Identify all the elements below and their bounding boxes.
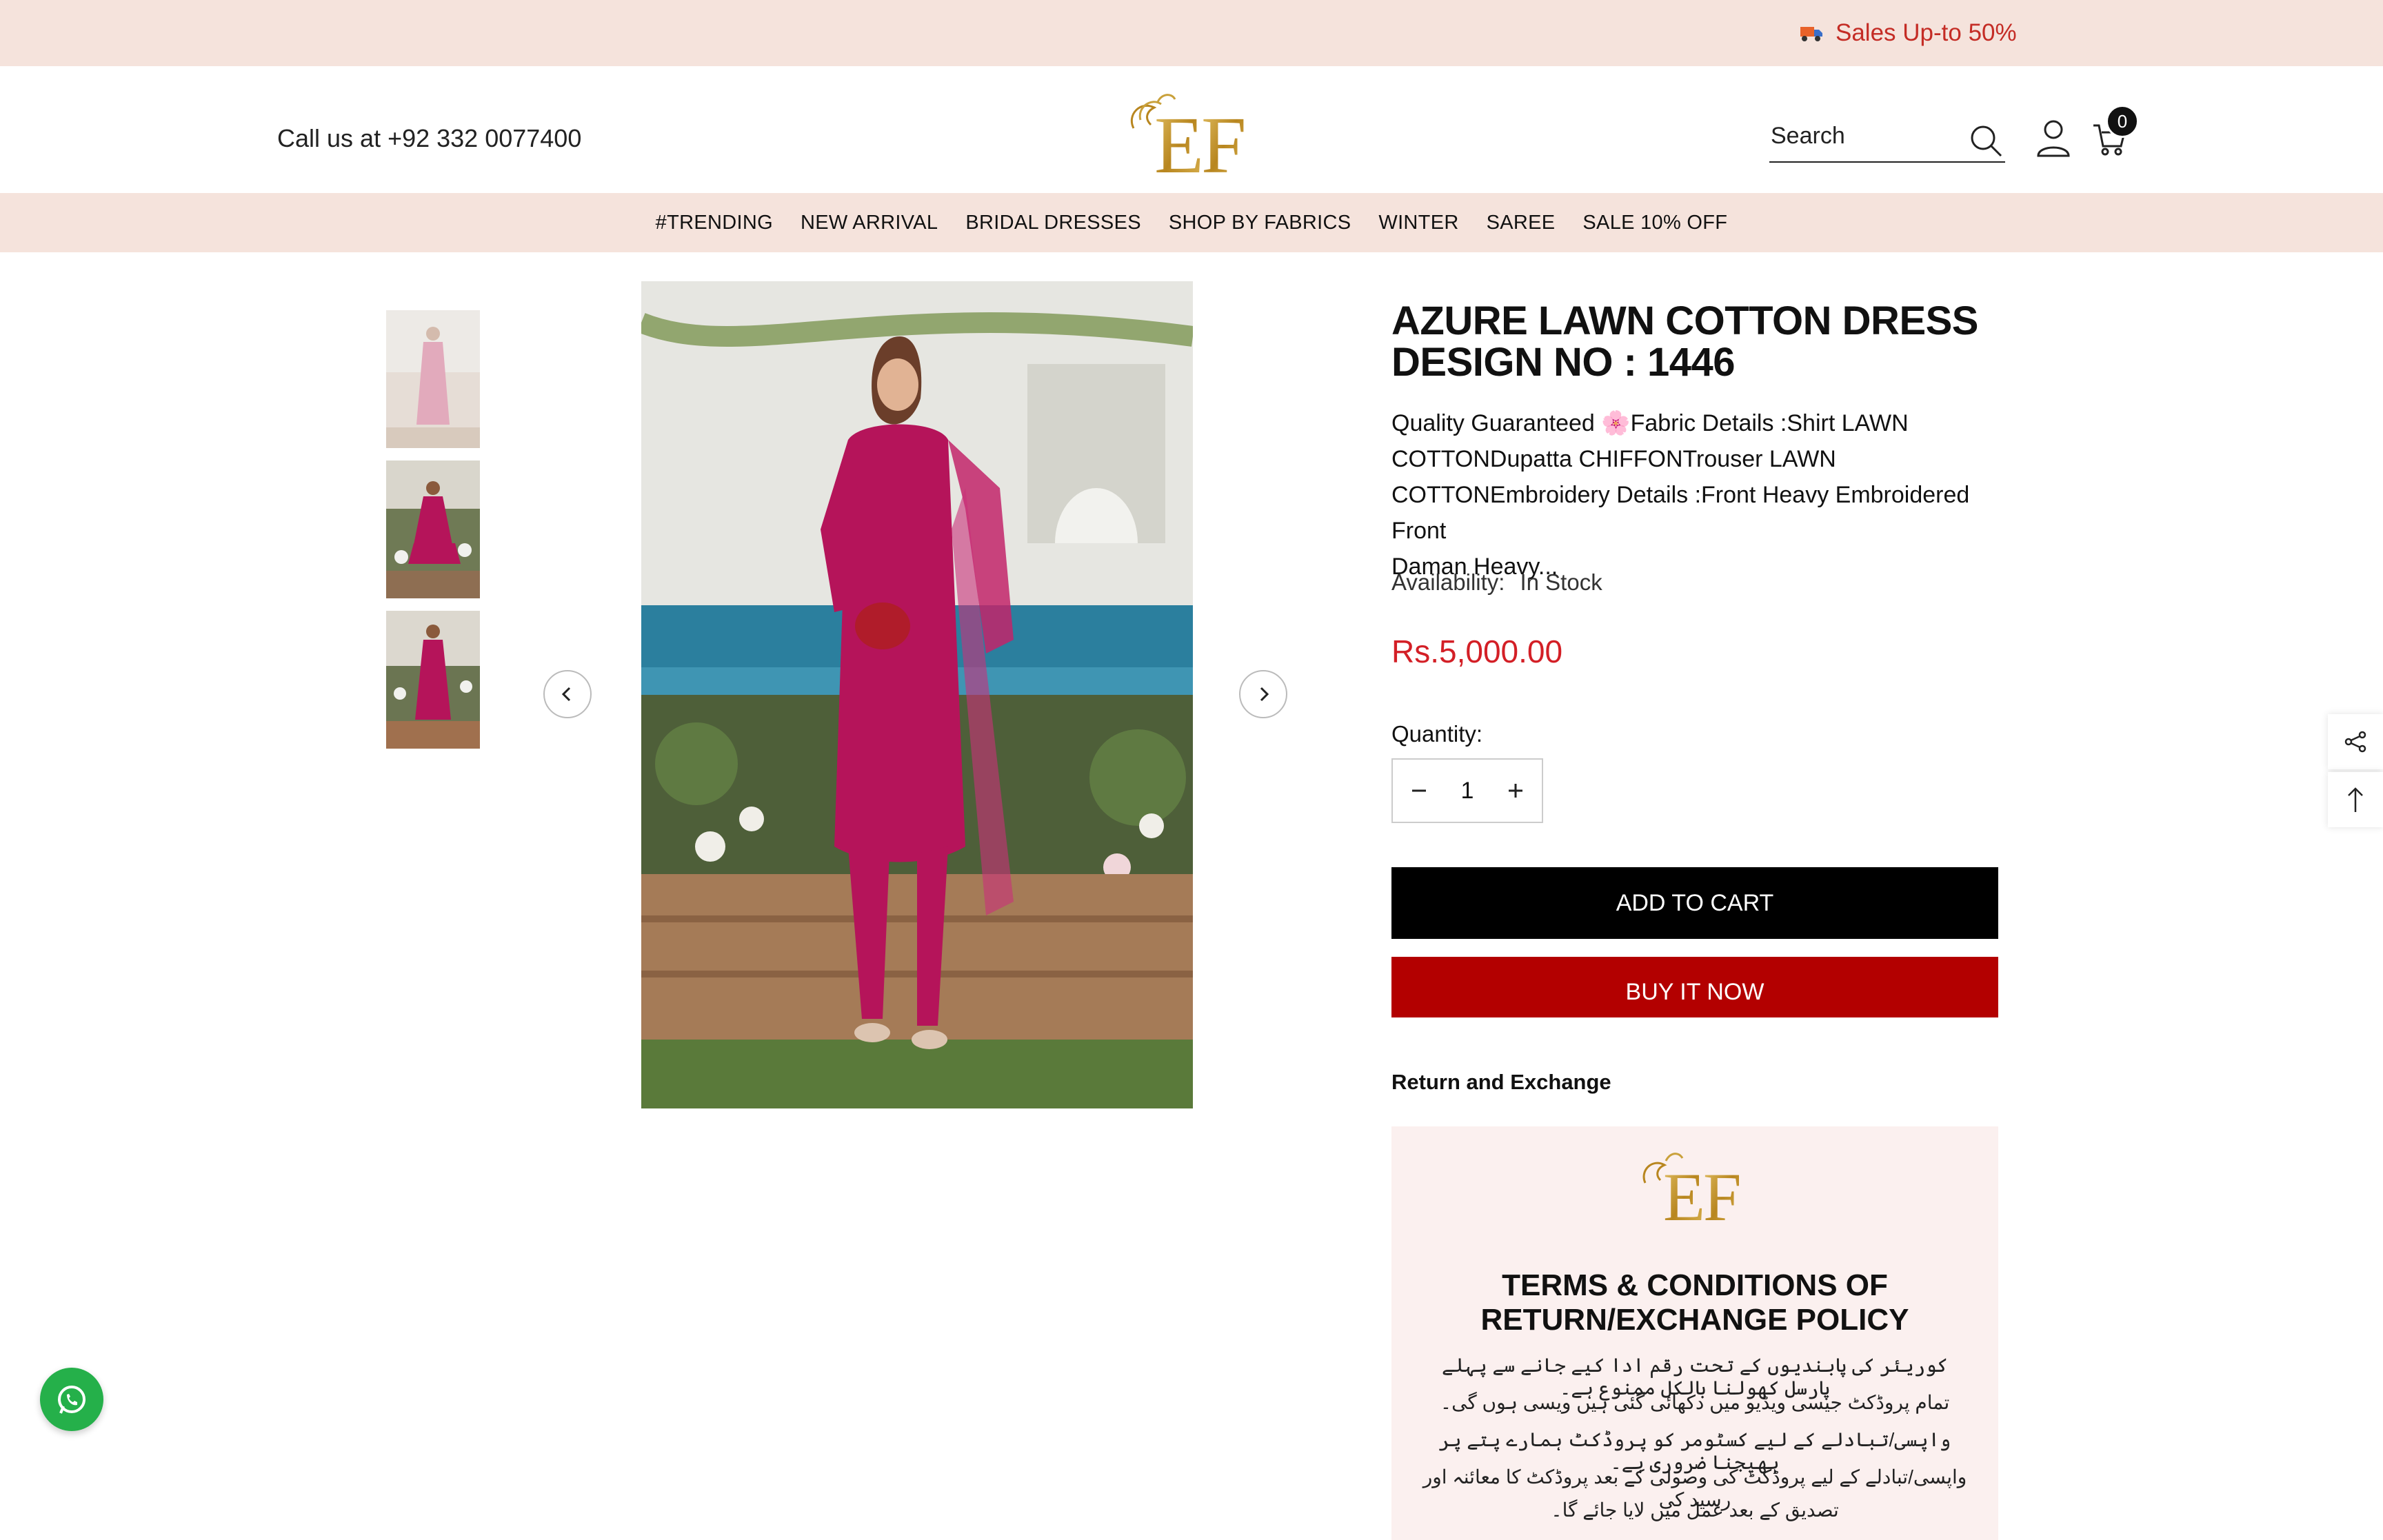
policy-heading: TERMS & CONDITIONS OF RETURN/EXCHANGE PO… (1391, 1268, 1998, 1337)
product-main-image[interactable] (641, 281, 1193, 1108)
description-line-2: COTTONDupatta CHIFFONTrouser LAWN (1391, 446, 1836, 472)
description-line-3: COTTONEmbroidery Details :Front Heavy Em… (1391, 482, 1970, 544)
quantity-input[interactable]: 1 (1461, 778, 1474, 804)
plus-icon (1508, 784, 1522, 798)
product-thumbnail-1[interactable] (386, 310, 480, 448)
nav-item-sale[interactable]: SALE 10% OFF (1582, 212, 1727, 234)
svg-text:F: F (1201, 100, 1247, 176)
account-icon[interactable] (2035, 119, 2071, 157)
cart-count-badge: 0 (2106, 105, 2139, 138)
policy-heading-line-2: RETURN/EXCHANGE POLICY (1480, 1303, 1909, 1337)
quantity-decrease-button[interactable] (1405, 777, 1433, 804)
phone-number[interactable]: Call us at +92 332 0077400 (277, 124, 581, 153)
minus-icon (1412, 789, 1426, 792)
svg-text:E: E (1663, 1159, 1705, 1224)
nav-item-shop-by-fabrics[interactable]: SHOP BY FABRICS (1169, 212, 1351, 234)
policy-line: تمام پروڈکٹ جیسی ویڈیو میں دکھائی گئی ہی… (1440, 1392, 1950, 1413)
buy-now-button[interactable]: BUY IT NOW (1391, 957, 1998, 1017)
back-to-top-button[interactable] (2328, 772, 2383, 827)
product-title-line-1: AZURE LAWN COTTON DRESS (1391, 298, 1979, 343)
policy-logo: E F (1634, 1147, 1756, 1235)
nav-item-winter[interactable]: WINTER (1378, 212, 1458, 234)
product-price: Rs.5,000.00 (1391, 634, 1563, 669)
nav-item-trending[interactable]: #TRENDING (656, 212, 773, 234)
arrow-up-icon (2348, 787, 2363, 812)
availability-value: In Stock (1520, 569, 1602, 595)
quantity-stepper: 1 (1391, 758, 1543, 823)
policy-heading-line-1: TERMS & CONDITIONS OF (1502, 1268, 1888, 1302)
product-title: AZURE LAWN COTTON DRESS DESIGN NO : 1446 (1391, 301, 2012, 383)
description-line-1: Quality Guaranteed 🌸Fabric Details :Shir… (1391, 410, 1909, 436)
search-input[interactable]: Search (1771, 123, 1845, 150)
search-field[interactable]: Search (1769, 119, 2005, 163)
whatsapp-chat-button[interactable] (40, 1368, 103, 1431)
chevron-left-icon (561, 687, 571, 702)
chevron-right-icon (1260, 687, 1269, 702)
announcement-promo[interactable]: Sales Up-to 50% (1800, 12, 2017, 54)
main-nav: #TRENDING NEW ARRIVAL BRIDAL DRESSES SHO… (0, 193, 2383, 252)
share-button[interactable] (2328, 714, 2383, 769)
add-to-cart-button[interactable]: ADD TO CART (1391, 867, 1998, 939)
return-exchange-heading[interactable]: Return and Exchange (1391, 1070, 1611, 1095)
quantity-increase-button[interactable] (1502, 777, 1529, 804)
announcement-text: Sales Up-to 50% (1836, 19, 2017, 46)
whatsapp-icon (58, 1386, 86, 1414)
next-image-button[interactable] (1239, 670, 1287, 718)
return-policy-card: E F TERMS & CONDITIONS OF RETURN/EXCHANG… (1391, 1126, 1998, 1540)
nav-item-saree[interactable]: SAREE (1487, 212, 1556, 234)
announcement-bar (0, 0, 2383, 66)
svg-text:E: E (1154, 100, 1204, 176)
product-title-line-2: DESIGN NO : 1446 (1391, 340, 1736, 385)
policy-line: تصدیق کے بعد عمل میں لایا جائے گا۔ (1551, 1499, 1839, 1521)
product-description: Quality Guaranteed 🌸Fabric Details :Shir… (1391, 405, 2012, 585)
truck-icon (1800, 24, 1823, 42)
availability-label: Availability: (1391, 569, 1505, 595)
quantity-label: Quantity: (1391, 721, 1483, 747)
svg-text:F: F (1703, 1159, 1742, 1224)
share-icon (2344, 731, 2366, 753)
search-icon[interactable] (1968, 123, 2004, 159)
product-thumbnail-2[interactable] (386, 460, 480, 598)
nav-item-bridal-dresses[interactable]: BRIDAL DRESSES (965, 212, 1141, 234)
availability: Availability: In Stock (1391, 569, 1618, 596)
site-logo[interactable]: E F (1120, 87, 1262, 190)
nav-item-new-arrival[interactable]: NEW ARRIVAL (801, 212, 938, 234)
previous-image-button[interactable] (543, 670, 592, 718)
product-thumbnail-3[interactable] (386, 611, 480, 749)
